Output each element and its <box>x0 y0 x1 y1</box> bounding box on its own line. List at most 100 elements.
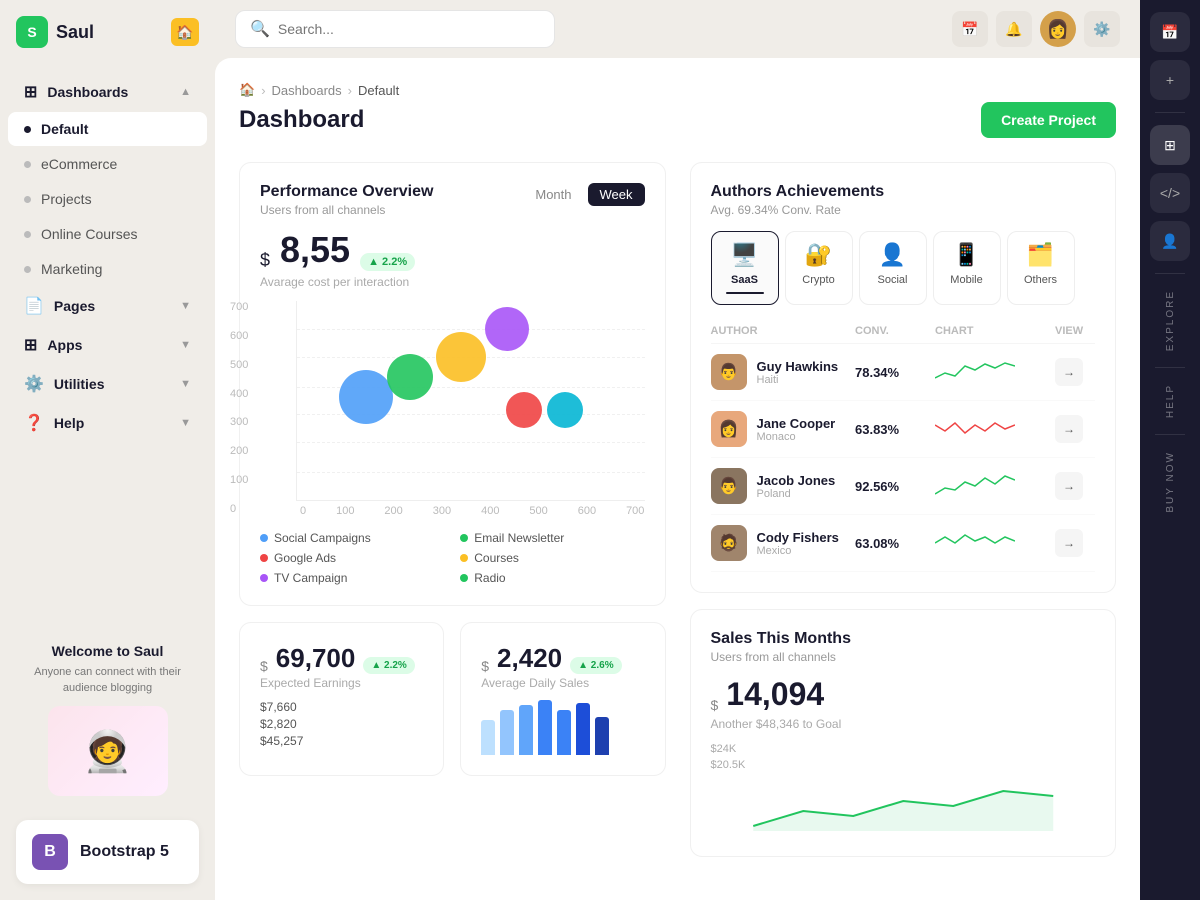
chevron-down-icon: ▼ <box>180 339 191 351</box>
sidebar-item-label: Dashboards <box>47 84 128 100</box>
sidebar-item-projects[interactable]: Projects <box>8 182 207 216</box>
sidebar-item-label: Online Courses <box>41 226 138 242</box>
create-project-button[interactable]: Create Project <box>981 102 1116 138</box>
table-row: 👩 Jane Cooper Monaco 63.83% → <box>711 401 1096 458</box>
sales-chart-labels-2: $20.5K <box>711 759 1096 771</box>
author-country: Monaco <box>757 431 836 443</box>
topbar: 🔍 📅 🔔 👩 ⚙️ <box>215 0 1140 58</box>
page-header: 🏠 › Dashboards › Default Dashboard Creat… <box>239 82 1116 142</box>
crypto-icon: 🔐 <box>805 242 832 268</box>
avatar: 🧔 <box>711 525 747 561</box>
mobile-icon: 📱 <box>953 242 980 268</box>
sidebar: S Saul 🏠 ⊞ Dashboards ▲ Default eCommerc… <box>0 0 215 900</box>
view-button[interactable]: → <box>1055 358 1083 386</box>
sidebar-item-label: eCommerce <box>41 156 117 172</box>
sidebar-header: S Saul 🏠 <box>0 0 215 64</box>
tab-crypto[interactable]: 🔐 Crypto <box>785 231 853 305</box>
bottom-metrics: $ 69,700 ▲ 2.2% Expected Earnings $7,660… <box>239 622 666 776</box>
sparkline-chart <box>935 529 1015 557</box>
earnings-value: 69,700 <box>276 643 356 674</box>
sidebar-item-dashboards[interactable]: ⊞ Dashboards ▲ <box>8 73 207 111</box>
tab-mobile[interactable]: 📱 Mobile <box>933 231 1001 305</box>
dark-btn-calendar[interactable]: 📅 <box>1150 12 1190 52</box>
sidebar-item-ecommerce[interactable]: eCommerce <box>8 147 207 181</box>
sidebar-item-label: Default <box>41 121 88 137</box>
dark-btn-add[interactable]: + <box>1150 60 1190 100</box>
earnings-label: Expected Earnings <box>260 676 423 690</box>
col-chart: CHART <box>935 325 1055 337</box>
dot-icon <box>24 266 31 273</box>
tab-others[interactable]: 🗂️ Others <box>1007 231 1075 305</box>
view-button[interactable]: → <box>1055 529 1083 557</box>
sidebar-item-utilities[interactable]: ⚙️ Utilities ▼ <box>8 365 207 403</box>
metric-badge: ▲ 2.2% <box>360 253 415 271</box>
sidebar-item-marketing[interactable]: Marketing <box>8 252 207 286</box>
dark-btn-user[interactable]: 👤 <box>1150 221 1190 261</box>
dark-btn-grid[interactable]: ⊞ <box>1150 125 1190 165</box>
tab-social[interactable]: 👤 Social <box>859 231 927 305</box>
tab-others-label: Others <box>1024 274 1057 286</box>
dashboards-icon: ⊞ <box>24 82 37 102</box>
avatar: 👨 <box>711 468 747 504</box>
saas-icon: 🖥️ <box>731 242 758 268</box>
bootstrap-label: Bootstrap 5 <box>80 843 169 861</box>
astronaut-illustration: 🧑‍🚀 <box>48 706 168 796</box>
breadcrumb: 🏠 › Dashboards › Default <box>239 82 1116 98</box>
month-button[interactable]: Month <box>523 183 583 206</box>
sidebar-item-label: Pages <box>54 298 95 314</box>
app-name: Saul <box>56 22 94 43</box>
sidebar-item-label: Projects <box>41 191 92 207</box>
author-name: Jane Cooper <box>757 416 836 431</box>
sidebar-item-default[interactable]: Default <box>8 112 207 146</box>
dot-icon <box>24 231 31 238</box>
performance-subtitle: Users from all channels <box>260 203 433 217</box>
expected-earnings-card: $ 69,700 ▲ 2.2% Expected Earnings $7,660… <box>239 622 444 776</box>
tab-saas[interactable]: 🖥️ SaaS <box>711 231 779 305</box>
back-button[interactable]: 🏠 <box>171 18 199 46</box>
avatar: 👩 <box>711 411 747 447</box>
sidebar-item-online-courses[interactable]: Online Courses <box>8 217 207 251</box>
breadcrumb-dashboards[interactable]: Dashboards <box>272 83 342 98</box>
metric-value: 8,55 <box>280 229 350 271</box>
sidebar-item-help[interactable]: ❓ Help ▼ <box>8 404 207 442</box>
view-button[interactable]: → <box>1055 472 1083 500</box>
table-row: 👨 Jacob Jones Poland 92.56% → <box>711 458 1096 515</box>
bubble-email <box>387 354 433 400</box>
avatar: 👩 <box>1040 11 1076 47</box>
week-button[interactable]: Week <box>588 183 645 206</box>
daily-sales-label: Average Daily Sales <box>481 676 644 690</box>
sales-chart-labels: $24K <box>711 743 1096 755</box>
sparkline-chart <box>935 472 1015 500</box>
performance-card: Performance Overview Users from all chan… <box>239 162 666 606</box>
view-button[interactable]: → <box>1055 415 1083 443</box>
sidebar-nav: ⊞ Dashboards ▲ Default eCommerce Project… <box>0 64 215 627</box>
bootstrap-badge: B Bootstrap 5 <box>16 820 199 884</box>
main-content: 🔍 📅 🔔 👩 ⚙️ 🏠 › Dashboards › Default Dash… <box>215 0 1140 900</box>
legend-social: Social Campaigns <box>260 531 444 545</box>
sales-month-value: 14,094 <box>726 676 824 713</box>
content-area: 🏠 › Dashboards › Default Dashboard Creat… <box>215 58 1140 900</box>
notifications-button[interactable]: 🔔 <box>996 11 1032 47</box>
search-box[interactable]: 🔍 <box>235 10 555 48</box>
sidebar-item-apps[interactable]: ⊞ Apps ▼ <box>8 326 207 364</box>
utilities-icon: ⚙️ <box>24 374 44 394</box>
metric-label: Avarage cost per interaction <box>260 275 645 289</box>
main-two-col: Performance Overview Users from all chan… <box>239 162 1116 857</box>
sidebar-item-label: Marketing <box>41 261 102 277</box>
table-row: 👨 Guy Hawkins Haiti 78.34% → <box>711 344 1096 401</box>
sidebar-item-label: Apps <box>47 337 82 353</box>
sidebar-welcome: Welcome to Saul Anyone can connect with … <box>0 627 215 812</box>
settings-button[interactable]: ⚙️ <box>1084 11 1120 47</box>
sidebar-item-pages[interactable]: 📄 Pages ▼ <box>8 287 207 325</box>
bubble-tv <box>485 307 529 351</box>
earnings-badge: ▲ 2.2% <box>363 657 414 674</box>
dark-btn-code[interactable]: </> <box>1150 173 1190 213</box>
search-input[interactable] <box>278 21 540 37</box>
col-view: VIEW <box>1055 325 1095 337</box>
others-icon: 🗂️ <box>1027 242 1054 268</box>
avatar: 👨 <box>711 354 747 390</box>
chevron-down-icon: ▼ <box>180 378 191 390</box>
calendar-button[interactable]: 📅 <box>952 11 988 47</box>
author-name: Jacob Jones <box>757 473 836 488</box>
sparkline-chart <box>935 358 1015 386</box>
